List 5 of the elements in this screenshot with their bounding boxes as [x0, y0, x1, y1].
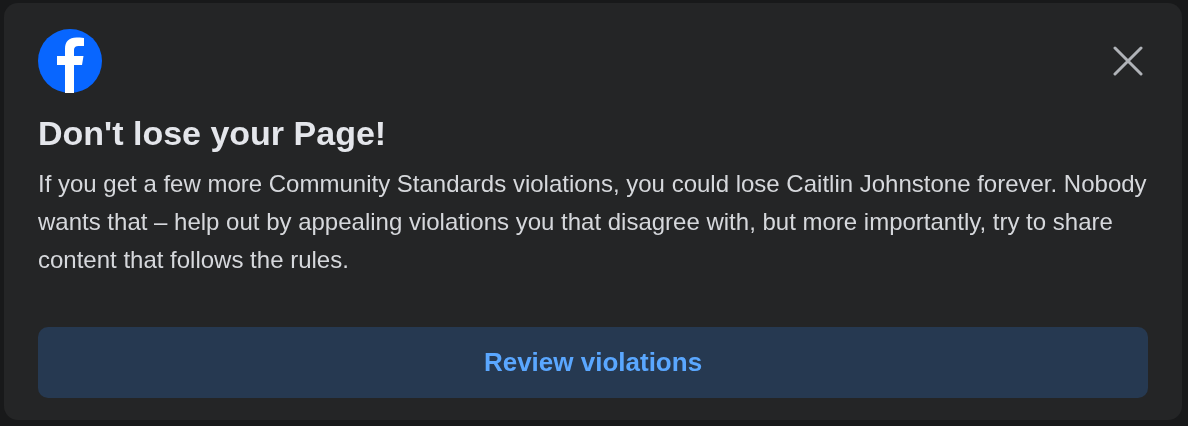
review-violations-button[interactable]: Review violations [38, 327, 1148, 398]
close-icon [1113, 46, 1143, 76]
logo-icon [38, 29, 102, 93]
dialog-title: Don't lose your Page! [38, 113, 388, 154]
dialog-message: If you get a few more Community Standards violations, you could lose Caitlin Johnstone forever. Nobody wants that – help out by appealing violations you that disagree with, but more importantly, try to share content that follows the rules. [38, 169, 1148, 275]
